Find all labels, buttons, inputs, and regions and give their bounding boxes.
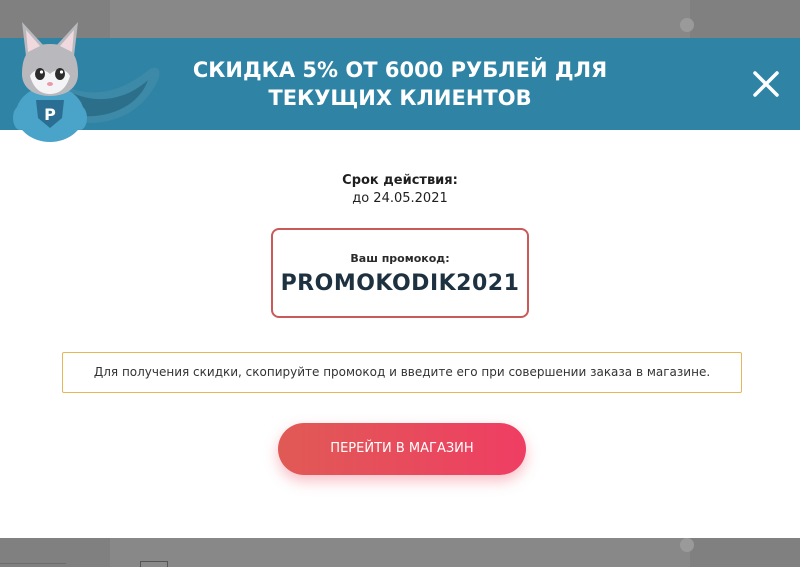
promo-code-value[interactable]: PROMOKODIK2021 [273, 271, 527, 296]
instructions-note: Для получения скидки, скопируйте промоко… [62, 352, 742, 393]
validity-block: Срок действия: до 24.05.2021 [0, 172, 800, 208]
validity-label: Срок действия: [342, 173, 458, 188]
modal-title: СКИДКА 5% ОТ 6000 РУБЛЕЙ ДЛЯ ТЕКУЩИХ КЛИ… [160, 56, 640, 112]
svg-text:P: P [44, 105, 56, 124]
background-divider [0, 563, 66, 564]
promo-code-label: Ваш промокод: [350, 252, 450, 265]
promo-modal: СКИДКА 5% ОТ 6000 РУБЛЕЙ ДЛЯ ТЕКУЩИХ КЛИ… [0, 22, 800, 538]
background-checkbox [140, 561, 168, 567]
validity-date: до 24.05.2021 [352, 191, 448, 206]
promo-code-box[interactable]: Ваш промокод: PROMOKODIK2021 [271, 228, 529, 318]
modal-title-line-2: ТЕКУЩИХ КЛИЕНТОВ [268, 86, 532, 110]
close-icon [753, 71, 779, 97]
close-button[interactable] [752, 70, 780, 98]
go-to-shop-button[interactable]: ПЕРЕЙТИ В МАГАЗИН [278, 423, 526, 475]
modal-title-line-1: СКИДКА 5% ОТ 6000 РУБЛЕЙ ДЛЯ [192, 58, 608, 82]
background-dot [680, 538, 694, 552]
fox-superhero-mascot-icon: P [13, 22, 160, 142]
background-dot [680, 18, 694, 32]
